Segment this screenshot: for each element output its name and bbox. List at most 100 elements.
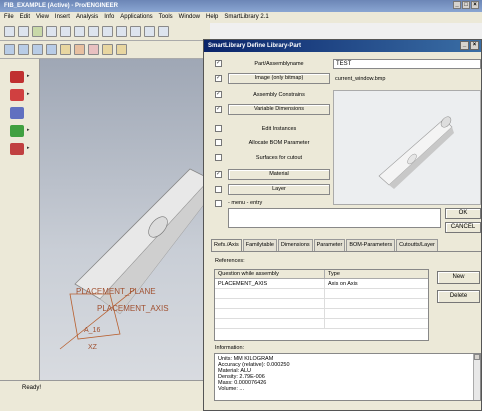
bom-parameter-checkbox[interactable] bbox=[215, 139, 222, 146]
pattern-icon[interactable] bbox=[10, 143, 24, 155]
constrains-checkbox[interactable]: ✓ bbox=[215, 91, 222, 98]
menu-file[interactable]: File bbox=[4, 14, 14, 21]
plane-xz-label: XZ bbox=[88, 344, 98, 351]
tab-refs-axis[interactable]: Refs./Axis bbox=[211, 239, 242, 251]
save-icon[interactable] bbox=[32, 26, 43, 37]
dialog-close-icon[interactable]: × bbox=[470, 41, 479, 50]
expand-arrow-icon[interactable]: ▸ bbox=[27, 145, 30, 151]
model-canvas[interactable]: PLACEMENT_PLANE PLACEMENT_AXIS A_16 XZ bbox=[40, 59, 213, 380]
expand-arrow-icon[interactable]: ▸ bbox=[27, 91, 30, 97]
menu-window[interactable]: Window bbox=[179, 14, 200, 21]
menu-applications[interactable]: Applications bbox=[120, 14, 152, 21]
surfaces-cutout-label: Surfaces for cutout bbox=[255, 155, 303, 161]
cancel-button[interactable]: CANCEL bbox=[445, 222, 481, 233]
table-row[interactable]: PLACEMENT_AXIS Axis on Axis bbox=[215, 279, 428, 289]
datum-axis-icon[interactable] bbox=[74, 44, 85, 55]
dialog-controls: _ × bbox=[460, 41, 479, 50]
dialog-tabs: Refs./Axis Familytable Dimensions Parame… bbox=[211, 239, 439, 251]
email-icon[interactable] bbox=[60, 26, 71, 37]
material-button[interactable]: Material bbox=[228, 169, 330, 180]
variable-dimensions-checkbox[interactable]: ✓ bbox=[215, 106, 222, 113]
delete-button[interactable]: Delete bbox=[437, 290, 480, 303]
menu-insert[interactable]: Insert bbox=[55, 14, 70, 21]
expand-arrow-icon[interactable]: ▸ bbox=[27, 73, 30, 79]
repaint-icon[interactable] bbox=[4, 44, 15, 55]
layer-button[interactable]: Layer bbox=[228, 184, 330, 195]
tab-bom-parameters[interactable]: BOM-Parameters bbox=[346, 239, 396, 251]
window-titlebar: FIB_EXAMPLE (Active) - Pro/ENGINEER _ □ … bbox=[0, 0, 482, 12]
close-icon[interactable]: × bbox=[471, 1, 479, 9]
table-row-empty[interactable] bbox=[215, 319, 428, 329]
coord-system-icon[interactable] bbox=[102, 44, 113, 55]
preview-part-shape bbox=[378, 116, 454, 189]
tab-parameter[interactable]: Parameter bbox=[313, 239, 346, 251]
tab-familytable[interactable]: Familytable bbox=[242, 239, 277, 251]
ok-button[interactable]: OK bbox=[445, 208, 481, 219]
minimize-icon[interactable]: _ bbox=[453, 1, 461, 9]
image-button[interactable]: Image (only bitmap) bbox=[228, 73, 330, 84]
table-row-empty[interactable] bbox=[215, 309, 428, 319]
part-model: PLACEMENT_PLANE PLACEMENT_AXIS A_16 XZ bbox=[59, 168, 213, 351]
scroll-up-icon[interactable] bbox=[474, 354, 480, 360]
datum-plane-icon[interactable] bbox=[60, 44, 71, 55]
column-question[interactable]: Question while assembly bbox=[215, 270, 325, 278]
table-row-empty[interactable] bbox=[215, 299, 428, 309]
undo-icon[interactable] bbox=[74, 26, 85, 37]
edit-instances-checkbox[interactable] bbox=[215, 125, 222, 132]
table-row-empty[interactable] bbox=[215, 289, 428, 299]
maximize-icon[interactable]: □ bbox=[462, 1, 470, 9]
window-icon[interactable] bbox=[158, 26, 169, 37]
menu-smartlibrary[interactable]: SmartLibrary 2.1 bbox=[224, 14, 268, 21]
variable-dimensions-button[interactable]: Variable Dimensions bbox=[228, 104, 330, 115]
sketch-icon[interactable] bbox=[10, 71, 24, 83]
expand-arrow-icon[interactable]: ▸ bbox=[27, 127, 30, 133]
info-line: Volume: ... bbox=[218, 386, 244, 392]
dialog-title: SmartLibrary Define Library-Part bbox=[208, 43, 302, 49]
extrude-icon[interactable] bbox=[10, 89, 24, 101]
part-name-input[interactable]: TEST bbox=[333, 59, 481, 69]
info-scrollbar[interactable] bbox=[473, 354, 480, 400]
status-text: Ready! bbox=[22, 385, 42, 391]
print-icon[interactable] bbox=[46, 26, 57, 37]
column-type[interactable]: Type bbox=[325, 270, 428, 278]
zoom-out-icon[interactable] bbox=[46, 44, 57, 55]
menu-view[interactable]: View bbox=[36, 14, 49, 21]
new-button[interactable]: New bbox=[437, 271, 480, 284]
window-title: FIB_EXAMPLE (Active) - Pro/ENGINEER bbox=[4, 3, 119, 9]
tab-cutouts-layer[interactable]: Cutoutts/Layer bbox=[396, 239, 438, 251]
part-preview-image bbox=[333, 90, 481, 205]
menu-tools[interactable]: Tools bbox=[159, 14, 173, 21]
annotation-icon[interactable] bbox=[116, 44, 127, 55]
cell-question: PLACEMENT_AXIS bbox=[215, 279, 325, 288]
window-controls: _ □ × bbox=[453, 1, 479, 9]
tab-dimensions[interactable]: Dimensions bbox=[277, 239, 313, 251]
information-textarea[interactable]: Units: MM KILOGRAM Accuracy (relative): … bbox=[214, 353, 481, 401]
surfaces-cutout-checkbox[interactable] bbox=[215, 154, 222, 161]
open-file-icon[interactable] bbox=[18, 26, 29, 37]
dialog-minimize-icon[interactable]: _ bbox=[460, 41, 469, 50]
menu-entry-checkbox[interactable] bbox=[215, 200, 222, 207]
image-checkbox[interactable]: ✓ bbox=[215, 75, 222, 82]
redo-icon[interactable] bbox=[88, 26, 99, 37]
smartlibrary-dialog: SmartLibrary Define Library-Part _ × ✓ P… bbox=[203, 39, 482, 411]
layer-checkbox[interactable] bbox=[215, 186, 222, 193]
revolve-icon[interactable] bbox=[10, 107, 24, 119]
tab-divider bbox=[211, 251, 481, 252]
cut-icon[interactable] bbox=[102, 26, 113, 37]
menu-entry-input[interactable] bbox=[228, 208, 441, 228]
regenerate-icon[interactable] bbox=[144, 26, 155, 37]
plane-label: PLACEMENT_PLANE bbox=[76, 287, 156, 296]
refit-icon[interactable] bbox=[18, 44, 29, 55]
menu-help[interactable]: Help bbox=[206, 14, 218, 21]
new-file-icon[interactable] bbox=[4, 26, 15, 37]
menu-edit[interactable]: Edit bbox=[20, 14, 30, 21]
part-name-checkbox[interactable]: ✓ bbox=[215, 60, 222, 67]
hole-icon[interactable] bbox=[10, 125, 24, 137]
menu-analysis[interactable]: Analysis bbox=[76, 14, 98, 21]
zoom-in-icon[interactable] bbox=[32, 44, 43, 55]
paste-icon[interactable] bbox=[130, 26, 141, 37]
datum-point-icon[interactable] bbox=[88, 44, 99, 55]
copy-icon[interactable] bbox=[116, 26, 127, 37]
material-checkbox[interactable]: ✓ bbox=[215, 171, 222, 178]
menu-info[interactable]: Info bbox=[104, 14, 114, 21]
